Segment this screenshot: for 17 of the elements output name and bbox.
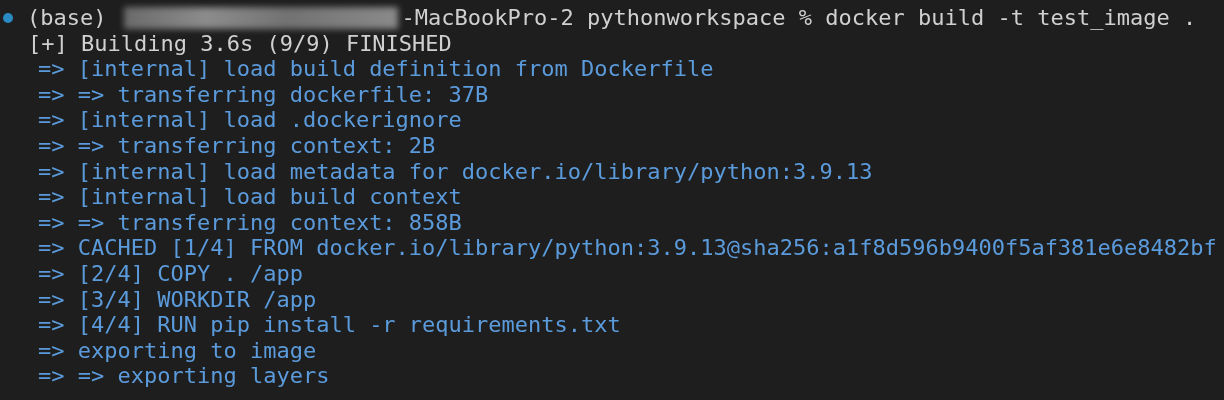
build-step-line: => [3/4] WORKDIR /app [38, 286, 317, 313]
status-dot-icon [3, 12, 13, 23]
build-step-line: => [internal] load build definition from Dockerfile [38, 56, 714, 82]
build-step-line: => [internal] load metadata for docker.io/library/python:3.9.13 [38, 158, 873, 185]
build-step-line: => [internal] load .dockerignore [38, 107, 462, 133]
build-step-line: => exporting to image [38, 337, 317, 364]
build-step-line: => => transferring dockerfile: 37B [38, 81, 489, 108]
build-step-line: => [4/4] RUN pip install -r requirements.txt [38, 312, 621, 338]
build-status: [+] Building 3.6s (9/9) FINISHED [28, 30, 452, 57]
build-step-line: => CACHED [1/4] FROM docker.io/library/python:3.9.13@sha256:a1f8d596b9400f5af381e6e8482bf [38, 235, 1217, 261]
build-step-line: => => transferring context: 858B [38, 209, 462, 236]
prompt-command: -MacBookPro-2 pythonworkspace % docker build -t test_image . [401, 5, 1197, 31]
build-step-line: => [2/4] COPY . /app [38, 260, 303, 287]
build-step-line: => => exporting layers [38, 363, 330, 389]
build-step-line: => => transferring context: 2B [38, 132, 436, 159]
prompt-env: (base) [27, 5, 107, 31]
build-step-line: => [internal] load build context [38, 184, 462, 210]
